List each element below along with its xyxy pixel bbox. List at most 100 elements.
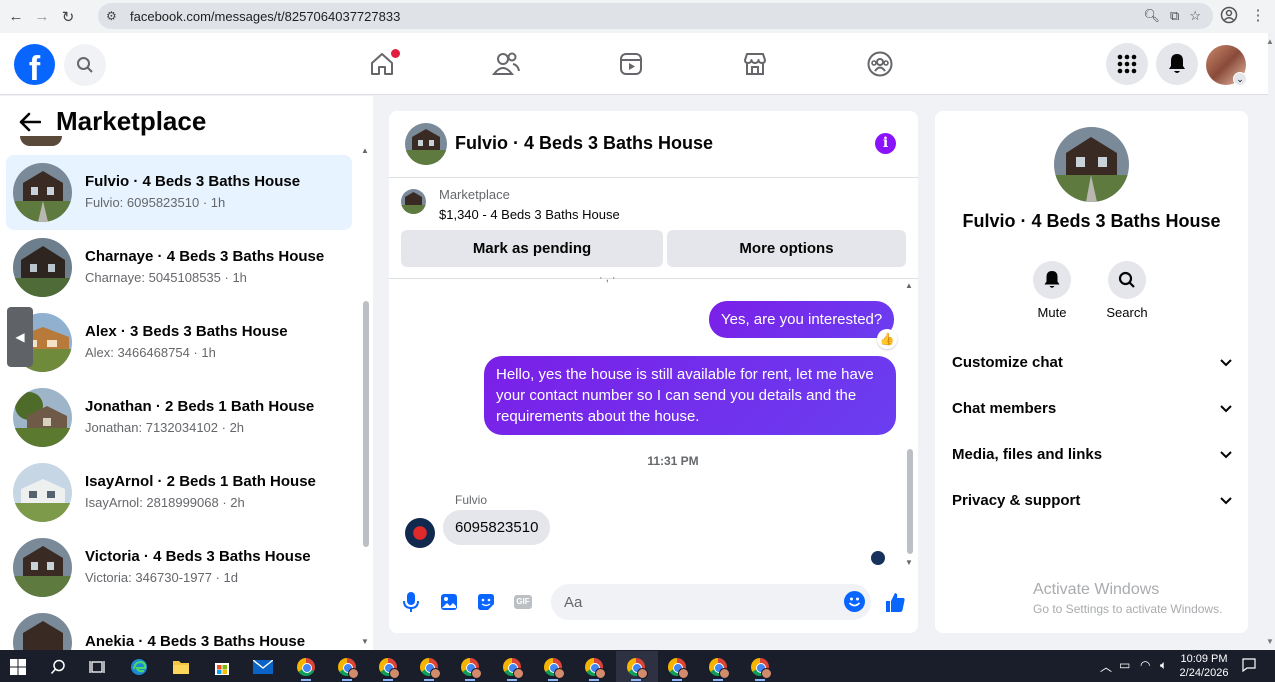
notifications-bell-icon[interactable] bbox=[1156, 43, 1198, 85]
sticker-icon[interactable] bbox=[474, 590, 498, 614]
friends-icon[interactable] bbox=[491, 49, 521, 79]
show-hidden-icons-chevron-up-icon[interactable]: ︿ bbox=[1100, 658, 1112, 675]
chrome-logo bbox=[338, 658, 359, 679]
url-text[interactable]: facebook.com/messages/t/8257064037727833 bbox=[130, 9, 400, 24]
forward-icon[interactable]: → bbox=[32, 7, 52, 27]
photo-icon[interactable] bbox=[437, 590, 461, 614]
search-icon[interactable] bbox=[1108, 261, 1146, 299]
volume-icon[interactable]: 🔈︎ bbox=[1160, 658, 1167, 673]
facebook-header: f ⌄ bbox=[0, 33, 1268, 95]
chevron-down-icon bbox=[1220, 354, 1232, 371]
search-icon[interactable] bbox=[64, 44, 106, 86]
task-view-icon[interactable] bbox=[87, 657, 107, 677]
chrome-profile-icon[interactable] bbox=[460, 657, 482, 679]
conversation-item[interactable]: Victoria · 4 Beds 3 Baths House Victoria… bbox=[6, 530, 352, 605]
chat-avatar[interactable] bbox=[405, 123, 447, 165]
more-options-button[interactable]: More options bbox=[667, 230, 906, 267]
bell-icon[interactable] bbox=[1033, 261, 1071, 299]
mark-as-pending-button[interactable]: Mark as pending bbox=[401, 230, 663, 267]
edge-icon[interactable] bbox=[129, 657, 149, 677]
home-notification-dot bbox=[391, 49, 400, 58]
battery-icon[interactable]: ▭ bbox=[1119, 658, 1130, 672]
outgoing-message[interactable]: Hello, yes the house is still available … bbox=[484, 356, 896, 435]
taskbar-search-icon[interactable] bbox=[48, 657, 68, 677]
wifi-icon[interactable]: ◠ bbox=[1140, 658, 1150, 672]
microphone-icon[interactable] bbox=[399, 590, 423, 614]
menu-grid-icon[interactable] bbox=[1106, 43, 1148, 85]
zoom-icon[interactable]: 🔍︎ bbox=[1144, 8, 1161, 24]
media-files-links-row[interactable]: Media, files and links bbox=[952, 442, 1232, 466]
chat-scroll-up-arrow[interactable]: ▲ bbox=[905, 281, 913, 290]
account-chevron-down-icon[interactable]: ⌄ bbox=[1233, 72, 1247, 86]
chrome-profile-icon[interactable] bbox=[543, 657, 565, 679]
address-bar[interactable]: ⚙ facebook.com/messages/t/82570640377278… bbox=[98, 3, 1213, 29]
facebook-logo-icon[interactable]: f bbox=[14, 44, 55, 85]
collapse-panel-tab[interactable]: ◀ bbox=[7, 307, 33, 367]
back-arrow-icon[interactable] bbox=[18, 110, 42, 134]
action-center-icon[interactable] bbox=[1242, 658, 1256, 675]
outgoing-message[interactable]: Yes, are you interested? bbox=[709, 301, 895, 338]
microsoft-store-icon[interactable] bbox=[212, 657, 232, 677]
listing-thumbnail[interactable] bbox=[401, 189, 426, 214]
incoming-message[interactable]: 6095823510 bbox=[443, 510, 551, 545]
browser-menu-icon[interactable]: ⋮ bbox=[1248, 6, 1268, 26]
browser-profile-icon[interactable] bbox=[1220, 6, 1240, 26]
running-indicator bbox=[548, 679, 558, 681]
conversation-item[interactable]: Charnaye · 4 Beds 3 Baths House Charnaye… bbox=[6, 230, 352, 305]
file-explorer-icon[interactable] bbox=[171, 657, 191, 677]
chrome-profile-icon[interactable] bbox=[419, 657, 441, 679]
message-input[interactable] bbox=[551, 584, 871, 620]
chrome-logo bbox=[544, 658, 565, 679]
page-scroll-down-arrow[interactable]: ▼ bbox=[1266, 637, 1274, 646]
thumbs-up-reaction-icon[interactable]: 👍 bbox=[877, 329, 897, 349]
bookmark-star-icon[interactable]: ☆ bbox=[1189, 8, 1201, 24]
conversation-item[interactable]: Jonathan · 2 Beds 1 Bath House Jonathan:… bbox=[6, 380, 352, 455]
chat-members-row[interactable]: Chat members bbox=[952, 396, 1232, 420]
info-icon[interactable]: i bbox=[875, 133, 896, 154]
windows-start-icon[interactable] bbox=[8, 657, 28, 677]
chrome-profile-icon[interactable] bbox=[337, 657, 359, 679]
row-label: Media, files and links bbox=[952, 445, 1103, 463]
chrome-profile-icon[interactable] bbox=[750, 657, 772, 679]
video-icon[interactable] bbox=[616, 49, 646, 79]
back-icon[interactable]: ← bbox=[6, 7, 26, 27]
page-scroll-up-arrow[interactable]: ▲ bbox=[1266, 37, 1274, 46]
conversation-item[interactable]: Alex · 3 Beds 3 Baths House Alex: 346646… bbox=[6, 305, 352, 380]
chrome-profile-icon[interactable] bbox=[667, 657, 689, 679]
listing-title[interactable]: $1,340 - 4 Beds 3 Baths House bbox=[439, 207, 620, 222]
install-app-icon[interactable]: ⧉ bbox=[1170, 8, 1179, 24]
clock-date: 2/24/2026 bbox=[1179, 667, 1229, 679]
mute-button[interactable]: Mute bbox=[1022, 261, 1082, 320]
sidebar-scroll-up-arrow[interactable]: ▲ bbox=[361, 146, 369, 155]
chrome-profile-icon[interactable] bbox=[378, 657, 400, 679]
sender-avatar[interactable] bbox=[405, 518, 435, 548]
info-avatar[interactable] bbox=[1054, 127, 1129, 202]
chrome-profile-icon[interactable] bbox=[626, 657, 648, 679]
chat-scroll-down-arrow[interactable]: ▼ bbox=[905, 558, 913, 567]
conversation-item[interactable]: IsayArnol · 2 Beds 1 Bath House IsayArno… bbox=[6, 455, 352, 530]
customize-chat-row[interactable]: Customize chat bbox=[952, 350, 1232, 374]
clock-time: 10:09 PM bbox=[1180, 653, 1228, 665]
chrome-profile-icon[interactable] bbox=[584, 657, 606, 679]
sidebar-scrollbar[interactable] bbox=[363, 301, 369, 547]
site-settings-icon[interactable]: ⚙ bbox=[106, 9, 122, 23]
reload-icon[interactable]: ↻ bbox=[58, 7, 78, 27]
chrome-profile-icon[interactable] bbox=[708, 657, 730, 679]
emoji-icon[interactable] bbox=[844, 591, 865, 612]
taskbar-clock[interactable]: 10:09 PM 2/24/2026 bbox=[1178, 652, 1230, 680]
search-in-chat-button[interactable]: Search bbox=[1097, 261, 1157, 320]
sidebar-scroll-down-arrow[interactable]: ▼ bbox=[361, 637, 369, 646]
gif-icon[interactable]: GIF bbox=[511, 590, 535, 614]
mail-icon[interactable] bbox=[253, 657, 273, 677]
conversation-item[interactable]: Fulvio · 4 Beds 3 Baths House Fulvio: 60… bbox=[6, 155, 352, 230]
chrome-icon[interactable] bbox=[296, 657, 316, 677]
message-composer: GIF bbox=[389, 581, 918, 625]
chat-scrollbar[interactable] bbox=[907, 449, 913, 554]
groups-icon[interactable] bbox=[865, 49, 895, 79]
conversation-item[interactable]: Anekia · 4 Beds 3 Baths House bbox=[6, 605, 352, 650]
chrome-profile-icon[interactable] bbox=[502, 657, 524, 679]
chat-title[interactable]: Fulvio · 4 Beds 3 Baths House bbox=[455, 133, 713, 154]
thumbs-up-send-icon[interactable] bbox=[883, 590, 907, 614]
marketplace-icon[interactable] bbox=[740, 49, 770, 79]
privacy-support-row[interactable]: Privacy & support bbox=[952, 488, 1232, 512]
